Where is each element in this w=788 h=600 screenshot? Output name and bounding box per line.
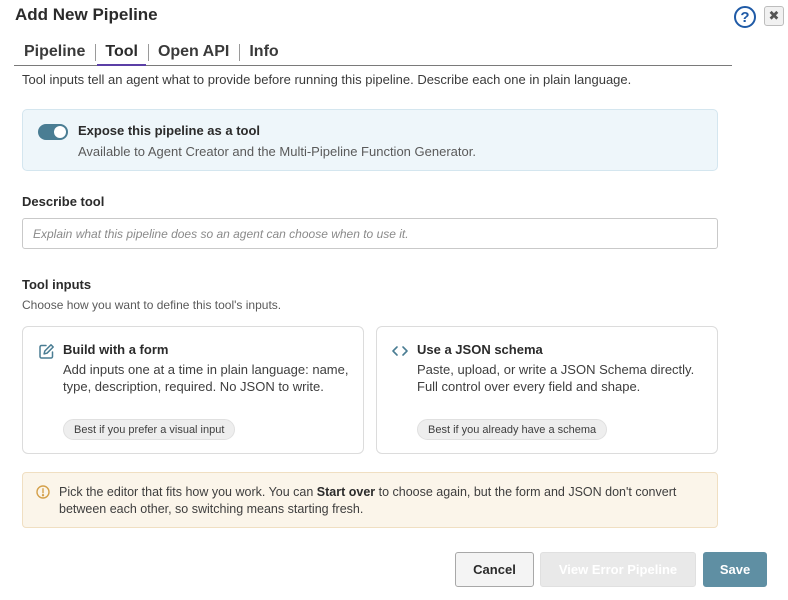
option-description: Add inputs one at a time in plain langua…	[63, 362, 349, 394]
expose-tool-panel: Expose this pipeline as a tool Available…	[22, 109, 718, 171]
close-button[interactable]: ✖	[764, 6, 784, 26]
describe-tool-input[interactable]	[22, 218, 718, 249]
expose-subtitle: Available to Agent Creator and the Multi…	[78, 144, 476, 159]
edit-icon	[37, 342, 55, 360]
save-button[interactable]: Save	[703, 552, 767, 587]
tool-inputs-subtitle: Choose how you want to define this tool'…	[22, 298, 282, 312]
toggle-knob	[54, 126, 66, 138]
notice-text-before: Pick the editor that fits how you work. …	[59, 485, 317, 499]
cancel-button[interactable]: Cancel	[455, 552, 534, 587]
tab-bar: Pipeline Tool Open API Info	[14, 40, 732, 66]
notice-text: Pick the editor that fits how you work. …	[59, 484, 709, 518]
option-build-with-form[interactable]: Build with a form Add inputs one at a ti…	[22, 326, 364, 454]
editor-notice: Pick the editor that fits how you work. …	[22, 472, 718, 528]
expose-title: Expose this pipeline as a tool	[78, 123, 261, 138]
option-title: Build with a form	[63, 342, 169, 357]
question-circle-icon: ?	[740, 8, 750, 26]
option-use-json-schema[interactable]: Use a JSON schema Paste, upload, or writ…	[376, 326, 718, 454]
option-description: Paste, upload, or write a JSON Schema di…	[417, 362, 695, 394]
option-badge: Best if you already have a schema	[417, 419, 608, 440]
view-error-pipeline-button[interactable]: View Error Pipeline	[540, 552, 696, 587]
option-title: Use a JSON schema	[417, 342, 543, 357]
start-over-emphasis: Start over	[316, 485, 376, 499]
intro-text: Tool inputs tell an agent what to provid…	[22, 72, 632, 87]
tab-open-api[interactable]: Open API	[147, 40, 239, 65]
expose-toggle[interactable]	[38, 124, 68, 140]
help-button[interactable]: ?	[734, 6, 756, 28]
info-circle-icon	[36, 485, 50, 499]
close-icon: ✖	[768, 8, 780, 23]
code-icon	[391, 342, 409, 360]
tab-tool[interactable]: Tool	[95, 40, 148, 66]
tab-pipeline[interactable]: Pipeline	[14, 40, 95, 65]
dialog-title: Add New Pipeline	[15, 5, 158, 24]
option-badge: Best if you prefer a visual input	[63, 419, 236, 440]
describe-tool-label: Describe tool	[22, 194, 105, 209]
tab-info[interactable]: Info	[239, 40, 288, 65]
tool-inputs-label: Tool inputs	[22, 277, 92, 292]
